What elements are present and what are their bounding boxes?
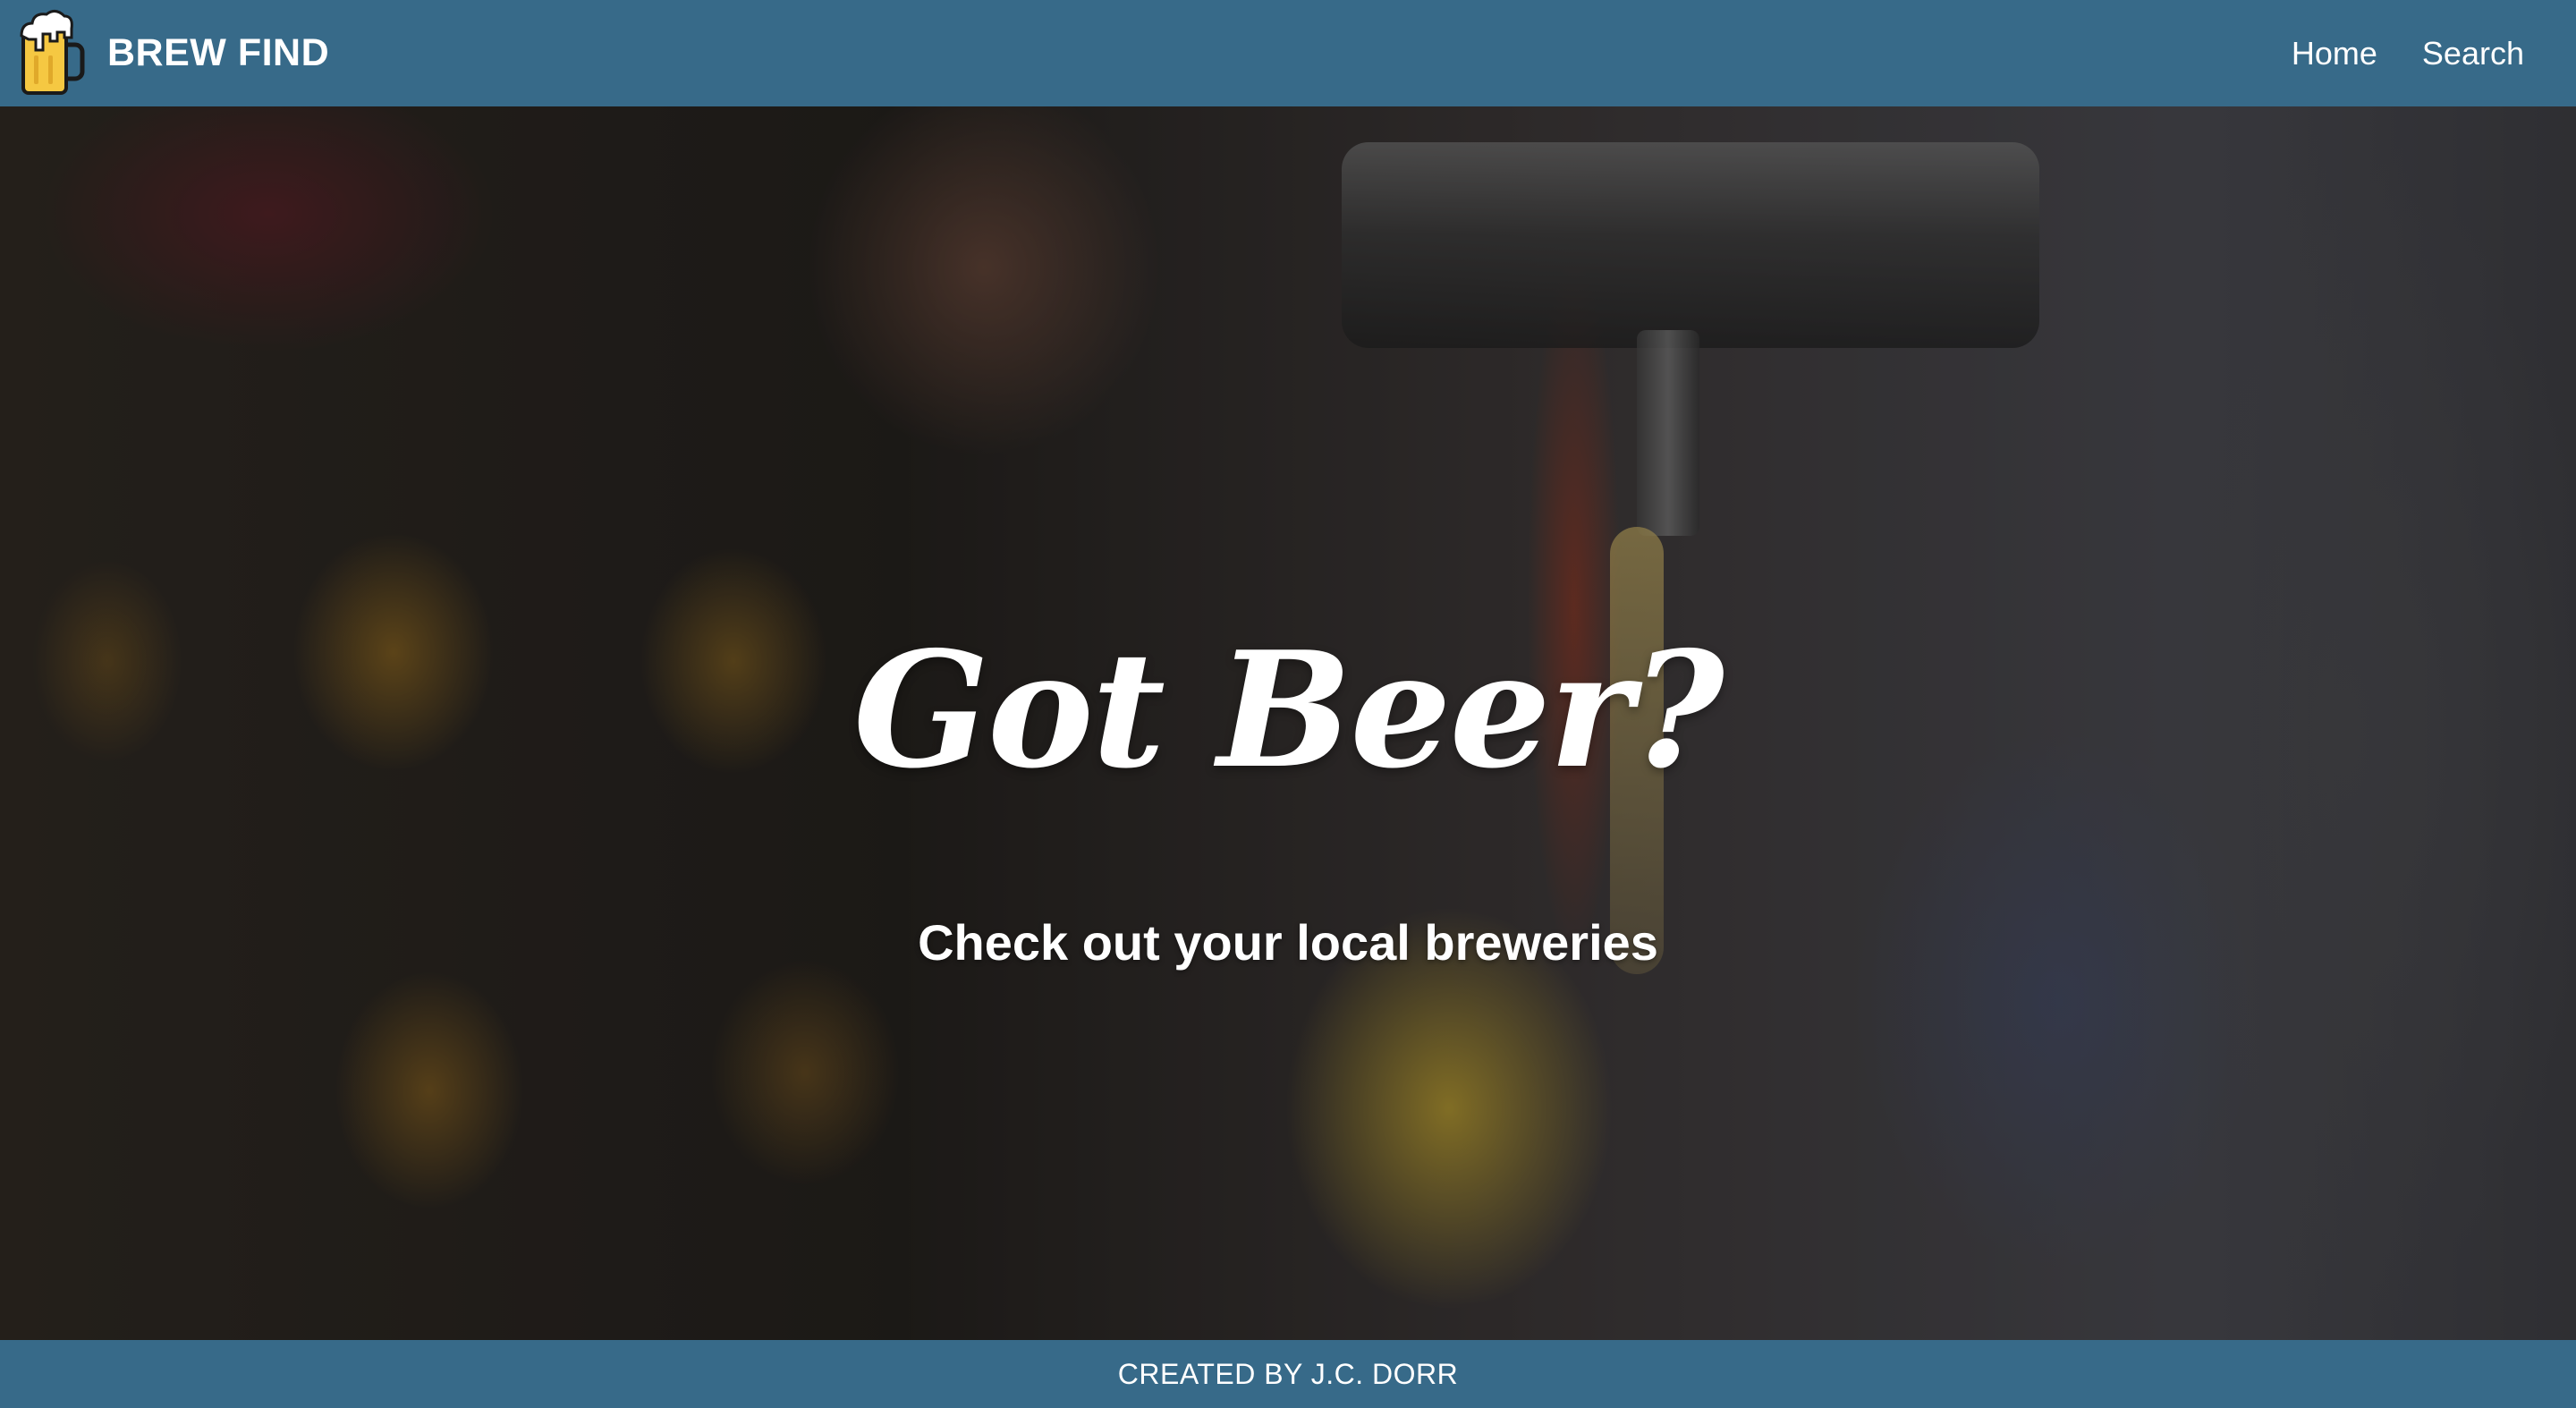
nav-link-search[interactable]: Search	[2422, 35, 2524, 72]
navbar: BREW FIND Home Search	[0, 0, 2576, 106]
hero-title: Got Beer?	[853, 616, 1724, 803]
nav-links: Home Search	[2292, 35, 2524, 72]
brand-link[interactable]: BREW FIND	[18, 9, 329, 98]
footer: CREATED BY J.C. DORR	[0, 1340, 2576, 1408]
hero-section: Got Beer? Check out your local breweries	[0, 106, 2576, 1340]
beer-mug-icon	[20, 9, 85, 95]
nav-link-home[interactable]: Home	[2292, 35, 2377, 72]
footer-credit: CREATED BY J.C. DORR	[1117, 1357, 1459, 1390]
hero-subtitle: Check out your local breweries	[918, 914, 1658, 971]
brand-name: BREW FIND	[107, 31, 330, 74]
hero-content: Got Beer? Check out your local breweries	[0, 106, 2576, 1340]
